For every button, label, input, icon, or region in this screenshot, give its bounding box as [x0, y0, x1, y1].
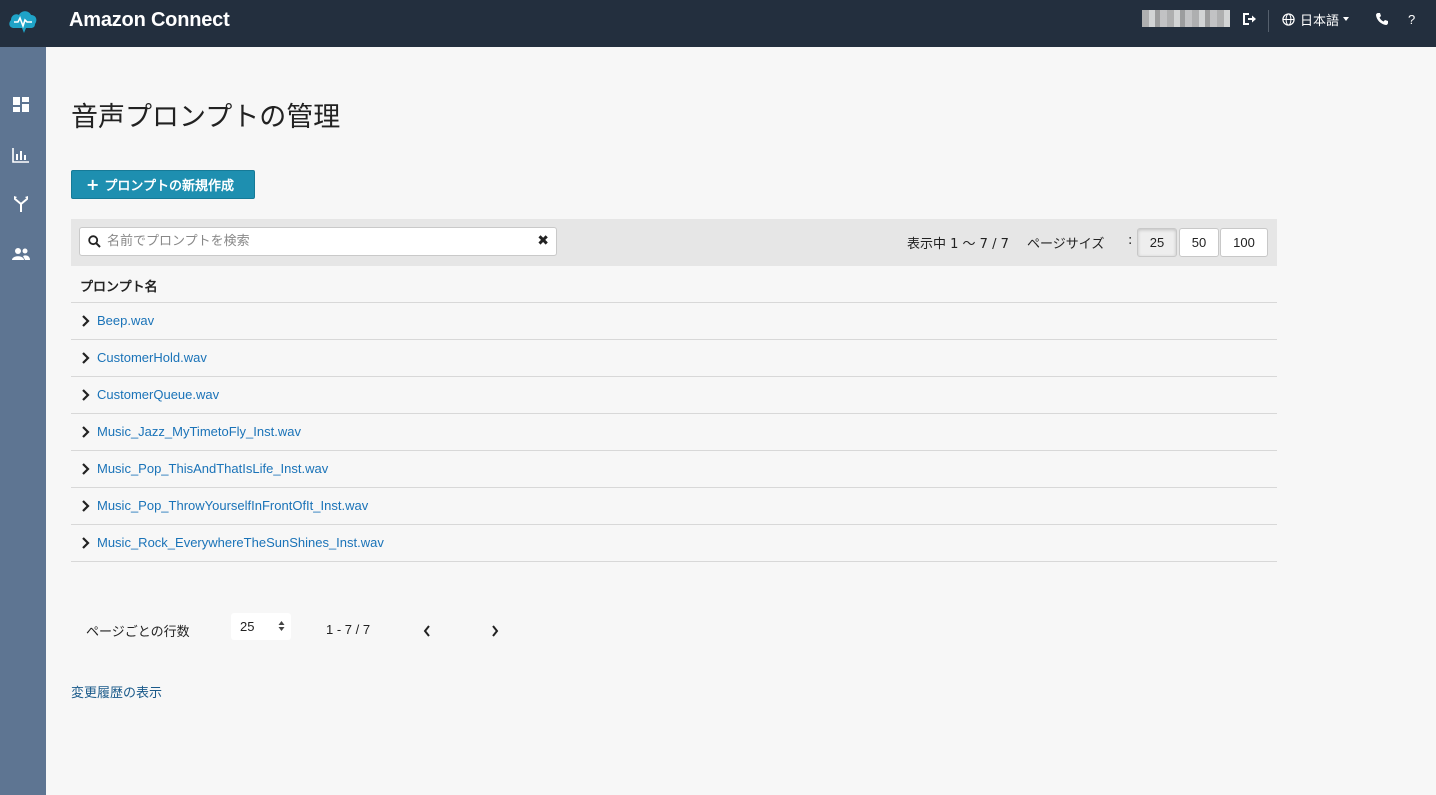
logout-icon[interactable]	[1241, 10, 1259, 28]
prev-page-icon[interactable]	[422, 624, 432, 638]
header-divider	[1268, 10, 1269, 32]
table-toolbar: ✖ 表示中 1 〜 7 / 7 ページサイズ : 25 50 100	[71, 219, 1277, 266]
chevron-right-icon[interactable]	[81, 500, 90, 512]
page-title: 音声プロンプトの管理	[71, 102, 341, 133]
chevron-right-icon[interactable]	[81, 352, 90, 364]
prompt-name-link[interactable]: CustomerQueue.wav	[97, 387, 219, 402]
page-size-25-button[interactable]: 25	[1137, 228, 1177, 257]
chevron-right-icon[interactable]	[81, 463, 90, 475]
search-input[interactable]	[107, 231, 527, 252]
prompt-name-link[interactable]: Beep.wav	[97, 313, 154, 328]
clear-search-icon[interactable]: ✖	[537, 233, 549, 249]
search-icon	[88, 235, 101, 248]
language-selector[interactable]: 日本語	[1282, 10, 1356, 29]
rows-per-page-select[interactable]: 25	[231, 613, 291, 640]
select-arrows-icon	[278, 621, 285, 631]
showing-count: 表示中 1 〜 7 / 7	[907, 237, 1009, 252]
prompt-name-link[interactable]: Music_Jazz_MyTimetoFly_Inst.wav	[97, 424, 301, 439]
table-header: プロンプト名	[71, 266, 1277, 303]
page-size-50-button[interactable]: 50	[1179, 228, 1219, 257]
chevron-right-icon[interactable]	[81, 389, 90, 401]
app-title[interactable]: Amazon Connect	[69, 9, 230, 32]
page-size-100-button[interactable]: 100	[1220, 228, 1268, 257]
user-name-redacted	[1142, 10, 1230, 27]
rows-per-page-value: 25	[240, 619, 255, 634]
next-page-icon[interactable]	[490, 624, 500, 638]
phone-icon[interactable]	[1375, 10, 1391, 28]
table-row: Music_Pop_ThrowYourselfInFrontOfIt_Inst.…	[71, 488, 1277, 525]
page-size-label: ページサイズ	[1027, 237, 1105, 252]
chevron-right-icon[interactable]	[81, 537, 90, 549]
table-row: Beep.wav	[71, 303, 1277, 340]
prompt-name-link[interactable]: Music_Rock_EverywhereTheSunShines_Inst.w…	[97, 535, 384, 550]
rows-per-page-label: ページごとの行数	[86, 625, 190, 640]
chevron-right-icon[interactable]	[81, 426, 90, 438]
globe-icon	[1282, 12, 1295, 26]
help-icon[interactable]: ?	[1408, 10, 1420, 28]
column-header-prompt-name[interactable]: プロンプト名	[80, 276, 158, 295]
dashboard-icon[interactable]	[11, 95, 31, 113]
language-label: 日本語	[1300, 13, 1340, 29]
prompt-name-link[interactable]: Music_Pop_ThrowYourselfInFrontOfIt_Inst.…	[97, 498, 368, 513]
chevron-right-icon[interactable]	[81, 315, 90, 327]
page-size-colon: :	[1128, 233, 1133, 248]
top-bar: Amazon Connect 日本語 ?	[0, 0, 1436, 47]
create-prompt-button[interactable]: + プロンプトの新規作成	[71, 170, 255, 199]
table-row: CustomerHold.wav	[71, 340, 1277, 377]
prompt-name-link[interactable]: CustomerHold.wav	[97, 350, 207, 365]
view-history-link[interactable]: 変更履歴の表示	[71, 682, 162, 701]
chevron-down-icon	[1343, 17, 1350, 21]
prompt-list: Beep.wav CustomerHold.wav CustomerQueue.…	[71, 303, 1277, 562]
table-row: Music_Rock_EverywhereTheSunShines_Inst.w…	[71, 525, 1277, 562]
routing-icon[interactable]	[11, 195, 31, 213]
search-box[interactable]: ✖	[79, 227, 557, 256]
table-row: Music_Pop_ThisAndThatIsLife_Inst.wav	[71, 451, 1277, 488]
create-prompt-label: プロンプトの新規作成	[104, 179, 235, 194]
pagination-range: 1 - 7 / 7	[326, 622, 371, 637]
sidebar	[0, 47, 46, 795]
plus-icon: +	[86, 175, 100, 194]
cloud-logo-icon[interactable]	[6, 6, 40, 36]
table-row: CustomerQueue.wav	[71, 377, 1277, 414]
prompt-name-link[interactable]: Music_Pop_ThisAndThatIsLife_Inst.wav	[97, 461, 328, 476]
table-row: Music_Jazz_MyTimetoFly_Inst.wav	[71, 414, 1277, 451]
users-icon[interactable]	[11, 245, 31, 263]
bar-chart-icon[interactable]	[11, 146, 31, 164]
